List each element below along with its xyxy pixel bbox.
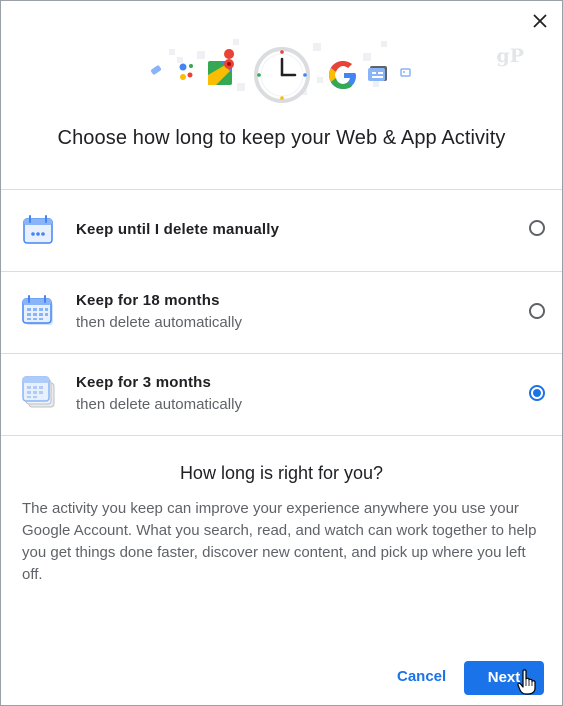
retention-options: Keep until I delete manually Keep for 18…: [1, 189, 562, 436]
info-heading: How long is right for you?: [179, 463, 384, 483]
radio-keep-3-months[interactable]: [529, 385, 545, 401]
dialog-title: Choose how long to keep your Web & App A…: [57, 127, 506, 149]
retention-dialog: gP Choose how long to keep your Web & Ap…: [0, 0, 563, 706]
calendar-dots-icon: [23, 215, 53, 244]
maps-icon: [208, 49, 235, 85]
option-sublabel: then delete automatically: [76, 314, 242, 331]
close-button[interactable]: [528, 9, 552, 33]
info-body: The activity you keep can improve your e…: [22, 500, 537, 583]
option-keep-3-months[interactable]: Keep for 3 months then delete automatica…: [1, 353, 562, 436]
option-label: Keep for 3 months: [76, 374, 212, 391]
calendar-grid-icon: [22, 295, 53, 325]
tag-icon: [150, 65, 162, 75]
assistant-icon: [179, 63, 193, 80]
calendar-stack-icon: [22, 376, 55, 408]
image-icon: [400, 68, 411, 77]
option-keep-18-months[interactable]: Keep for 18 months then delete automatic…: [1, 271, 562, 353]
clock-icon: [254, 47, 310, 103]
option-label: Keep for 18 months: [76, 292, 220, 309]
option-label: Keep until I delete manually: [76, 221, 280, 238]
radio-keep-manual[interactable]: [529, 220, 545, 236]
option-sublabel: then delete automatically: [76, 396, 242, 413]
option-keep-manual[interactable]: Keep until I delete manually: [1, 189, 562, 271]
radio-keep-18-months[interactable]: [529, 303, 545, 319]
hero-illustration: [150, 39, 411, 103]
hand-cursor-icon: [517, 669, 536, 695]
close-icon: [533, 14, 547, 28]
news-icon: [368, 66, 387, 81]
cancel-button[interactable]: Cancel: [397, 668, 446, 685]
google-g-icon: [329, 61, 356, 89]
